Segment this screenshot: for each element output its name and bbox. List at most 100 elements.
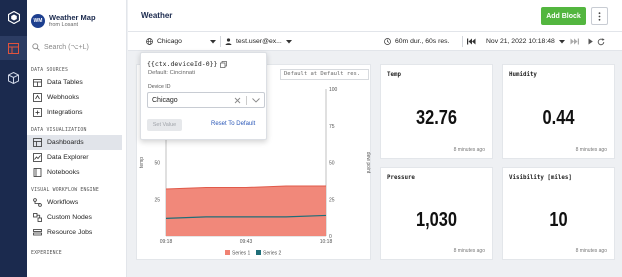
app-brand[interactable]: WM Weather Map from Losant xyxy=(27,0,126,34)
dashboard-grid-icon[interactable] xyxy=(0,36,27,60)
stat-timestamp: 8 minutes ago xyxy=(453,248,485,254)
legend-swatch xyxy=(225,250,230,255)
duration-selector[interactable]: 60m dur., 60s res. xyxy=(384,32,449,51)
rewind-icon xyxy=(467,38,476,45)
stat-timestamp: 8 minutes ago xyxy=(453,147,485,153)
context-value: Chicago xyxy=(157,38,182,45)
sidebar-item-custom-nodes[interactable]: Custom Nodes xyxy=(27,210,126,225)
x-tick-label: 10:18 xyxy=(320,239,333,245)
stat-value: 32.76 xyxy=(415,107,458,129)
context-variable[interactable]: {{ctx.deviceId-0}} xyxy=(147,60,228,68)
clock-icon xyxy=(384,38,391,45)
y-right-tick-label: 25 xyxy=(329,197,335,203)
stat-timestamp: 8 minutes ago xyxy=(575,248,607,254)
context-variable-name: {{ctx.deviceId-0}} xyxy=(147,60,218,68)
caret-down-icon xyxy=(209,39,216,43)
time-forward-button[interactable] xyxy=(570,32,579,51)
resource-job-icon xyxy=(32,228,42,238)
series-area-1 xyxy=(166,186,326,236)
y-right-axis-title: dew point xyxy=(365,152,371,174)
stat-block-visibility[interactable]: Visibility [miles] 10 8 minutes ago xyxy=(502,167,615,260)
vertical-ellipsis-icon xyxy=(598,11,601,21)
copy-icon[interactable] xyxy=(220,60,228,68)
integrations-icon xyxy=(32,108,42,118)
cube-icon[interactable] xyxy=(0,66,27,90)
stat-value: 1,030 xyxy=(415,209,458,231)
caret-down-icon xyxy=(558,39,565,43)
sidebar-item-label: Resource Jobs xyxy=(47,229,93,236)
chevron-down-icon[interactable] xyxy=(252,98,260,103)
reset-to-default-link[interactable]: Reset To Default xyxy=(211,121,255,127)
app-logo: WM xyxy=(31,14,45,28)
notebook-icon xyxy=(32,168,42,178)
y-axis-title: temp xyxy=(139,157,145,168)
default-value-text: Default: Cincinnati xyxy=(148,70,196,76)
more-options-button[interactable] xyxy=(591,7,608,25)
legend-label: Series 2 xyxy=(263,251,282,257)
sidebar-item-label: Integrations xyxy=(47,109,83,116)
device-id-value: Chicago xyxy=(152,97,178,104)
app-subtitle: from Losant xyxy=(49,22,79,28)
webhook-icon xyxy=(32,93,42,103)
x-tick-label: 09:43 xyxy=(240,239,253,245)
stat-label: Pressure xyxy=(387,175,415,181)
search-input[interactable]: Search (⌥+L) xyxy=(32,40,126,54)
refresh-button[interactable] xyxy=(597,32,605,51)
date-value: Nov 21, 2022 10:18:48 xyxy=(486,38,555,45)
hexagon-logo-icon[interactable] xyxy=(0,0,27,34)
section-title-data-visualization: DATA VISUALIZATION xyxy=(31,128,87,133)
dashboard-icon xyxy=(32,138,42,148)
add-block-button[interactable]: Add Block xyxy=(541,7,586,25)
context-selector[interactable]: Chicago xyxy=(146,32,216,51)
stat-label: Humidity xyxy=(509,72,537,78)
legend-swatch xyxy=(256,250,261,255)
legend-label: Series 1 xyxy=(232,251,251,257)
sidebar-item-label: Workflows xyxy=(47,199,79,206)
user-selector[interactable]: test.user@ex... xyxy=(225,32,292,51)
y-right-tick-label: 100 xyxy=(329,87,338,93)
sidebar-item-integrations[interactable]: Integrations xyxy=(27,105,126,120)
section-title-visual-workflow-engine: VISUAL WORKFLOW ENGINE xyxy=(31,188,99,193)
app-name: Weather Map xyxy=(49,13,96,22)
date-selector[interactable]: Nov 21, 2022 10:18:48 xyxy=(486,32,565,51)
user-value: test.user@ex... xyxy=(236,38,282,45)
sidebar-item-notebooks[interactable]: Notebooks xyxy=(27,165,126,180)
sidebar-item-dashboards[interactable]: Dashboards xyxy=(27,135,122,150)
stat-block-temp[interactable]: Temp 32.76 8 minutes ago xyxy=(380,64,493,159)
sidebar-item-data-explorer[interactable]: Data Explorer xyxy=(27,150,126,165)
play-button[interactable] xyxy=(588,32,593,51)
clear-icon[interactable] xyxy=(233,96,242,105)
stat-block-humidity[interactable]: Humidity 0.44 8 minutes ago xyxy=(502,64,615,159)
sidebar: WM Weather Map from Losant Search (⌥+L) … xyxy=(27,0,127,277)
sidebar-item-data-tables[interactable]: Data Tables xyxy=(27,75,126,90)
stat-block-pressure[interactable]: Pressure 1,030 8 minutes ago xyxy=(380,167,493,260)
user-icon xyxy=(225,38,232,45)
context-variable-popover: {{ctx.deviceId-0}} Default: Cincinnati D… xyxy=(140,52,267,140)
section-title-data-sources: DATA SOURCES xyxy=(31,68,69,73)
search-placeholder: Search (⌥+L) xyxy=(44,44,89,51)
globe-icon xyxy=(146,38,153,45)
sidebar-item-label: Data Explorer xyxy=(47,154,89,161)
fast-forward-icon xyxy=(570,38,579,45)
stat-label: Temp xyxy=(387,72,401,78)
set-value-button[interactable]: Set Value xyxy=(147,119,182,131)
sidebar-item-label: Webhooks xyxy=(47,94,79,101)
device-id-select[interactable]: Chicago xyxy=(147,92,265,108)
section-title-experience: EXPERIENCE xyxy=(31,251,62,256)
time-back-button[interactable] xyxy=(467,32,476,51)
search-icon xyxy=(32,43,40,51)
sidebar-item-label: Custom Nodes xyxy=(47,214,92,221)
custom-node-icon xyxy=(32,213,42,223)
sidebar-item-workflows[interactable]: Workflows xyxy=(27,195,126,210)
stat-value: 0.44 xyxy=(542,107,575,129)
dashboard-toolbar: Chicago test.user@ex... 60m dur., 60s re… xyxy=(128,32,622,51)
y-tick-label: 50 xyxy=(154,161,160,167)
table-icon xyxy=(32,78,42,88)
stat-timestamp: 8 minutes ago xyxy=(575,147,607,153)
sidebar-item-webhooks[interactable]: Webhooks xyxy=(27,90,126,105)
page-header: Weather Add Block xyxy=(128,0,622,32)
workflow-icon xyxy=(32,198,42,208)
refresh-icon xyxy=(597,37,605,45)
sidebar-item-resource-jobs[interactable]: Resource Jobs xyxy=(27,225,126,240)
play-icon xyxy=(588,38,593,45)
